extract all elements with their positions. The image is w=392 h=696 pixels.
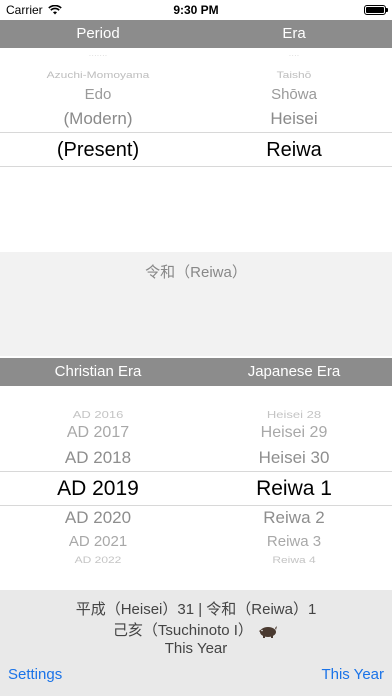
year-item[interactable]: Reiwa 4 (196, 554, 392, 565)
christian-japanese-header: Christian Era Japanese Era (0, 358, 392, 386)
year-item-selected[interactable]: AD 2019 (0, 477, 196, 501)
year-item[interactable]: Heisei 30 (196, 448, 392, 468)
this-year-button[interactable]: This Year (321, 666, 384, 683)
year-item[interactable]: AD 2018 (0, 448, 196, 468)
christian-era-wheel[interactable]: AD 2016 AD 2017 AD 2018 AD 2019 AD 2020 … (0, 386, 196, 590)
boar-icon (259, 626, 278, 639)
period-item-selected[interactable]: (Present) (0, 139, 196, 162)
christian-era-header: Christian Era (54, 363, 142, 380)
year-item[interactable]: Reiwa 2 (196, 508, 392, 528)
this-year-label: This Year (164, 640, 228, 657)
era-name-label: 令和（Reiwa） (145, 264, 247, 281)
year-item[interactable]: AD 2020 (0, 508, 196, 528)
era-wheel[interactable]: ···· Taishō Shōwa Heisei Reiwa (196, 48, 392, 252)
era-item[interactable]: Shōwa (196, 86, 392, 103)
status-time: 9:30 PM (173, 3, 219, 17)
settings-button[interactable]: Settings (8, 666, 62, 683)
status-bar: Carrier 9:30 PM (0, 0, 392, 20)
year-item[interactable]: Heisei 29 (196, 424, 392, 442)
era-summary-line: 平成（Heisei）31 | 令和（Reiwa）1 (75, 601, 317, 618)
picker-item: ···· (288, 51, 300, 60)
era-item-selected[interactable]: Reiwa (196, 139, 392, 162)
period-era-picker[interactable]: ······· Azuchi-Momoyama Edo (Modern) (Pr… (0, 48, 392, 252)
japanese-era-wheel[interactable]: Heisei 28 Heisei 29 Heisei 30 Reiwa 1 Re… (196, 386, 392, 590)
era-name-panel: 令和（Reiwa） (0, 252, 392, 356)
year-item-selected[interactable]: Reiwa 1 (196, 477, 392, 501)
year-item[interactable]: AD 2022 (0, 554, 196, 565)
era-item[interactable]: Heisei (196, 109, 392, 129)
year-picker[interactable]: AD 2016 AD 2017 AD 2018 AD 2019 AD 2020 … (0, 386, 392, 590)
period-wheel[interactable]: ······· Azuchi-Momoyama Edo (Modern) (Pr… (0, 48, 196, 252)
period-item[interactable]: Azuchi-Momoyama (0, 69, 196, 80)
year-summary-footer: 平成（Heisei）31 | 令和（Reiwa）1 己亥（Tsuchinoto … (0, 590, 392, 696)
japanese-era-header: Japanese Era (247, 363, 341, 380)
year-item[interactable]: Heisei 28 (196, 409, 392, 421)
year-item[interactable]: AD 2017 (0, 424, 196, 442)
battery-icon (364, 5, 388, 15)
era-header: Era (282, 25, 306, 42)
zodiac-label: 己亥（Tsuchinoto I） (112, 622, 253, 639)
era-item[interactable]: Taishō (196, 69, 392, 80)
picker-item: ······· (88, 51, 108, 60)
year-item[interactable]: AD 2016 (0, 409, 196, 421)
year-item[interactable]: AD 2021 (0, 533, 196, 550)
period-era-header: Period Era (0, 20, 392, 48)
period-item[interactable]: Edo (0, 86, 196, 103)
period-header: Period (76, 25, 120, 42)
zodiac-line: 己亥（Tsuchinoto I） (0, 619, 392, 640)
period-item[interactable]: (Modern) (0, 109, 196, 129)
year-item[interactable]: Reiwa 3 (196, 533, 392, 550)
